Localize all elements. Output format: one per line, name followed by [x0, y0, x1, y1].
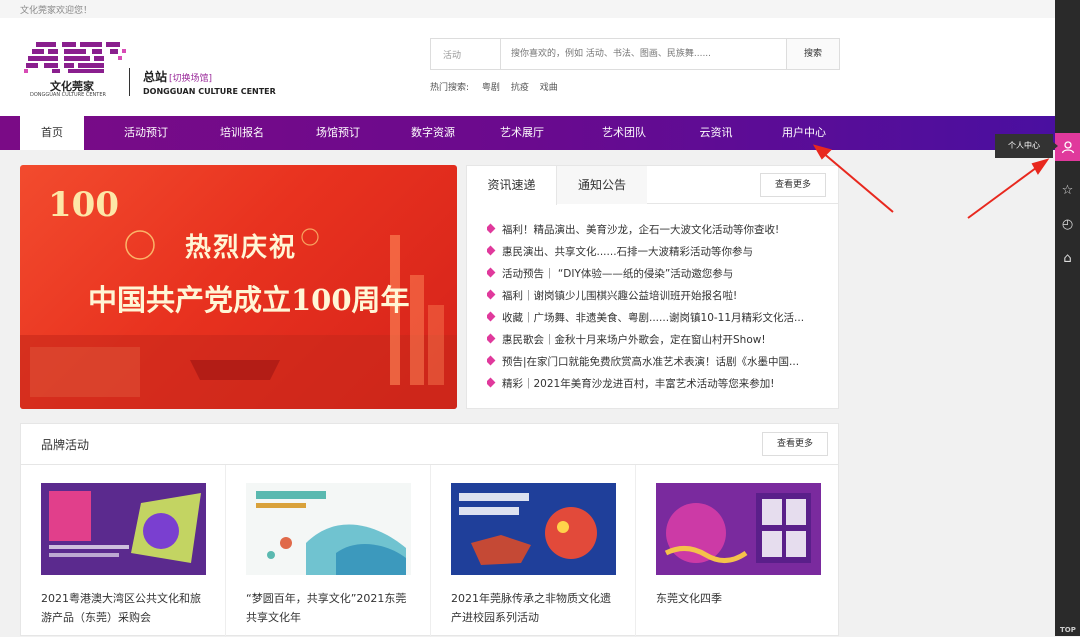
diamond-bullet-icon	[487, 377, 496, 388]
news-item-title: 福利！精品演出、美育沙龙，企石一大波文化活动等你查收!	[502, 224, 780, 236]
news-item[interactable]: 福利！精品演出、美育沙龙，企石一大波文化活动等你查收!	[487, 222, 817, 244]
brand-card-caption: “梦圆百年，共享文化”2021东莞共享文化年	[246, 592, 407, 624]
nav-item-venue-booking[interactable]: 场馆预订	[304, 116, 372, 150]
hot-word-link[interactable]: 粤剧	[482, 83, 500, 93]
news-panel: 资讯速递 通知公告 查看更多 福利！精品演出、美育沙龙，企石一大波文化活动等你查…	[466, 165, 839, 409]
brand-more-button[interactable]: 查看更多	[762, 432, 828, 456]
news-item[interactable]: 福利｜谢岗镇少儿围棋兴趣公益培训班开始报名啦!	[487, 288, 817, 310]
news-item-title: 收藏｜广场舞、非遗美食、粤剧......谢岗镇10-11月精彩文化活...	[502, 312, 805, 324]
logo-mark-icon	[24, 42, 126, 73]
search-button[interactable]: 搜索	[786, 39, 839, 69]
news-item[interactable]: 活动预告｜ “DIY体验——纸的侵染”活动邀您参与	[487, 266, 817, 288]
brand-card-caption: 2021年莞脉传承之非物质文化遗产进校园系列活动	[451, 592, 611, 624]
header-divider	[129, 68, 130, 96]
diamond-bullet-icon	[487, 245, 496, 256]
search-category-select[interactable]: 活动	[431, 39, 501, 69]
banner-subheadline: 中国共产党成立100周年	[88, 283, 410, 317]
brand-card-image	[656, 483, 821, 575]
nav-item-art-teams[interactable]: 艺术团队	[590, 116, 658, 150]
nav-item-digital-resources[interactable]: 数字资源	[399, 116, 467, 150]
logo-text-en: DONGGUAN CULTURE CENTER	[30, 92, 106, 98]
brand-card[interactable]: 东莞文化四季	[636, 465, 841, 637]
news-item[interactable]: 惠民演出、共享文化......石排一大波精彩活动等你参与	[487, 244, 817, 266]
banner-headline: 热烈庆祝	[185, 233, 298, 263]
user-center-tooltip: 个人中心	[995, 134, 1058, 158]
tab-notices[interactable]: 通知公告	[557, 166, 647, 204]
tab-news-express[interactable]: 资讯速递	[467, 166, 557, 205]
diamond-bullet-icon	[487, 333, 496, 344]
hot-word-link[interactable]: 戏曲	[540, 83, 558, 93]
switch-venue-link[interactable]: [切换场馆]	[169, 74, 212, 84]
news-item-title: 预告|在家门口就能免费欣赏高水准艺术表演！话剧《水墨中国...	[502, 356, 800, 368]
news-more-button[interactable]: 查看更多	[760, 173, 826, 197]
news-item-title: 惠民歌会｜金秋十月来场户外歌会，定在窗山村开Show!	[502, 334, 766, 346]
nav-item-cloud-news[interactable]: 云资讯	[686, 116, 746, 150]
star-icon[interactable]: ☆	[1055, 177, 1080, 205]
site-logo[interactable]: 文化莞家 DONGGUAN CULTURE CENTER	[20, 40, 130, 98]
nav-item-user-center[interactable]: 用户中心	[772, 116, 836, 150]
main-banner[interactable]: 100 热烈庆祝 中国共产党成立100周年	[20, 165, 457, 409]
diamond-bullet-icon	[487, 223, 496, 234]
hot-word-link[interactable]: 抗疫	[511, 83, 529, 93]
site-title: 总站	[143, 70, 168, 84]
hot-search: 热门搜索: 粤剧 抗疫 戏曲	[430, 80, 566, 93]
brand-card-image	[246, 483, 411, 575]
brand-card-image	[41, 483, 206, 575]
news-item[interactable]: 收藏｜广场舞、非遗美食、粤剧......谢岗镇10-11月精彩文化活...	[487, 310, 817, 332]
news-item[interactable]: 惠民歌会｜金秋十月来场户外歌会，定在窗山村开Show!	[487, 332, 817, 354]
back-to-top-button[interactable]: TOP	[1060, 626, 1076, 634]
right-toolbar: ☆ ◴ ⌂	[1055, 0, 1080, 636]
diamond-bullet-icon	[487, 289, 496, 300]
history-clock-icon[interactable]: ◴	[1055, 211, 1080, 239]
hot-search-label: 热门搜索:	[430, 83, 470, 93]
home-icon[interactable]: ⌂	[1055, 245, 1080, 273]
brand-title: 品牌活动	[41, 438, 90, 452]
news-item-title: 惠民演出、共享文化......石排一大波精彩活动等你参与	[502, 246, 754, 258]
nav-item-art-gallery[interactable]: 艺术展厅	[488, 116, 556, 150]
nav-item-home[interactable]: 首页	[20, 116, 84, 150]
banner-100-logo: 100	[48, 185, 119, 225]
site-name-en: DONGGUAN CULTURE CENTER	[143, 87, 276, 96]
brand-card-image	[451, 483, 616, 575]
diamond-bullet-icon	[487, 311, 496, 322]
search-bar: 活动 搜索	[430, 38, 840, 70]
news-item-title: 精彩｜2021年美育沙龙进百村，丰富艺术活动等您来参加!	[502, 378, 775, 390]
header: 文化莞家 DONGGUAN CULTURE CENTER 总站 [切换场馆] DO…	[0, 18, 1055, 116]
welcome-text: 文化莞家欢迎您！	[20, 6, 93, 16]
nav-item-activity-booking[interactable]: 活动预订	[112, 116, 180, 150]
news-item[interactable]: 预告|在家门口就能免费欣赏高水准艺术表演！话剧《水墨中国...	[487, 354, 817, 376]
news-list: 福利！精品演出、美育沙龙，企石一大波文化活动等你查收! 惠民演出、共享文化...…	[487, 222, 817, 398]
brand-activities-panel: 品牌活动 查看更多 2021粤港澳大湾区公共文化和旅游产品（东莞）采购会 “梦圆…	[20, 423, 841, 637]
brand-card[interactable]: 2021年莞脉传承之非物质文化遗产进校园系列活动	[431, 465, 636, 637]
brand-card[interactable]: 2021粤港澳大湾区公共文化和旅游产品（东莞）采购会	[21, 465, 226, 637]
main-nav: 首页 活动预订 培训报名 场馆预订 数字资源 艺术展厅 艺术团队 云资讯 用户中…	[0, 116, 1055, 150]
brand-card-caption: 2021粤港澳大湾区公共文化和旅游产品（东莞）采购会	[41, 592, 201, 624]
diamond-bullet-icon	[487, 267, 496, 278]
diamond-bullet-icon	[487, 355, 496, 366]
news-item-title: 活动预告｜ “DIY体验——纸的侵染”活动邀您参与	[502, 268, 734, 280]
news-item-title: 福利｜谢岗镇少儿围棋兴趣公益培训班开始报名啦!	[502, 290, 738, 302]
welcome-bar: 文化莞家欢迎您！	[0, 0, 1055, 18]
news-item[interactable]: 精彩｜2021年美育沙龙进百村，丰富艺术活动等您来参加!	[487, 376, 817, 398]
user-center-icon[interactable]	[1055, 133, 1080, 161]
news-tabs: 资讯速递 通知公告 查看更多	[467, 166, 838, 205]
nav-item-training[interactable]: 培训报名	[208, 116, 276, 150]
search-input[interactable]	[511, 45, 781, 63]
site-name: 总站 [切换场馆]	[143, 68, 212, 85]
brand-card[interactable]: “梦圆百年，共享文化”2021东莞共享文化年	[226, 465, 431, 637]
brand-card-caption: 东莞文化四季	[656, 592, 722, 605]
